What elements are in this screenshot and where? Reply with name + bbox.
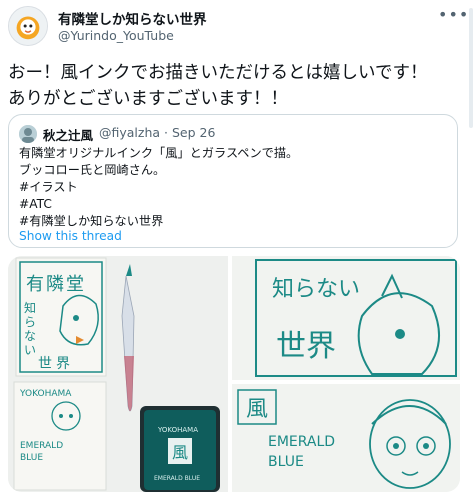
avatar[interactable]: [8, 6, 48, 46]
scrollbar-thumb[interactable]: [469, 8, 473, 128]
photo3-text: EMERALD: [268, 434, 335, 450]
more-icon[interactable]: •••: [438, 7, 468, 28]
tweet-header: 有隣堂しか知らない世界 @Yurindo_YouTube •••: [8, 6, 468, 46]
quote-text: 有隣堂オリジナルインク「風」とガラスペンで描。 ブッコロー氏と岡崎さん。 #イラ…: [19, 145, 449, 230]
photo1-sign-char: 世: [38, 356, 52, 372]
display-name[interactable]: 有隣堂しか知らない世界: [58, 8, 207, 28]
photo1-sign-char: 知: [24, 301, 36, 315]
photo-3[interactable]: 風 EMERALD BLUE: [232, 384, 460, 492]
tweet-text: おー！風インクでお描きいただけるとは嬉しいです！ ありがとございますございます！…: [8, 60, 468, 112]
photo1-card-top: YOKOHAMA: [19, 389, 72, 399]
tweet-text-line: ありがとございますございます！！: [8, 89, 288, 109]
photo2-text: 知らない: [272, 277, 360, 302]
photo1-card-text: BLUE: [20, 453, 43, 463]
photo3-text: BLUE: [268, 454, 304, 470]
quote-hashtag[interactable]: #ATC: [19, 196, 449, 213]
bottle-kanji: 風: [172, 443, 188, 462]
quote-handle-time[interactable]: @fiyalzha · Sep 26: [99, 125, 215, 140]
photo1-sign-char: な: [24, 329, 36, 343]
scrollbar[interactable]: [468, 0, 474, 494]
photo-1[interactable]: 有 隣 堂 知 ら な い 世 界 YOKOHAMA EMERALD BLUE: [8, 256, 228, 492]
show-thread-link[interactable]: Show this thread: [19, 229, 122, 243]
photo-grid: 有 隣 堂 知 ら な い 世 界 YOKOHAMA EMERALD BLUE: [8, 256, 460, 492]
photo1-sign-char: 界: [56, 356, 70, 372]
quote-text-line: ブッコロー氏と岡崎さん。: [19, 163, 166, 177]
quote-text-line: 有隣堂オリジナルインク「風」とガラスペンで描。: [19, 146, 299, 160]
photo1-sign-char: 隣: [46, 274, 64, 295]
bottle-label: YOKOHAMA: [157, 426, 198, 434]
quote-hashtag[interactable]: #有隣堂しか知らない世界: [19, 213, 449, 230]
photo1-sign-char: 堂: [66, 274, 84, 295]
bottle-label: EMERALD BLUE: [154, 475, 200, 482]
photo1-card-text: EMERALD: [20, 441, 63, 451]
photo2-text: 世界: [276, 329, 336, 364]
photo3-kanji: 風: [246, 397, 268, 422]
photo1-sign-char: ら: [24, 315, 36, 329]
quote-tweet[interactable]: 秋之辻風 @fiyalzha · Sep 26 有隣堂オリジナルインク「風」とガ…: [8, 114, 458, 248]
photo-2[interactable]: 知らない 世界: [232, 256, 460, 380]
tweet-text-line: おー！風インクでお描きいただけるとは嬉しいです！: [8, 63, 428, 83]
quote-display-name[interactable]: 秋之辻風: [43, 125, 93, 144]
quote-avatar[interactable]: [19, 125, 37, 143]
user-handle[interactable]: @Yurindo_YouTube: [58, 28, 174, 43]
photo1-sign-char: い: [24, 343, 36, 357]
photo1-sign-char: 有: [26, 274, 44, 295]
quote-hashtag[interactable]: #イラスト: [19, 179, 449, 196]
